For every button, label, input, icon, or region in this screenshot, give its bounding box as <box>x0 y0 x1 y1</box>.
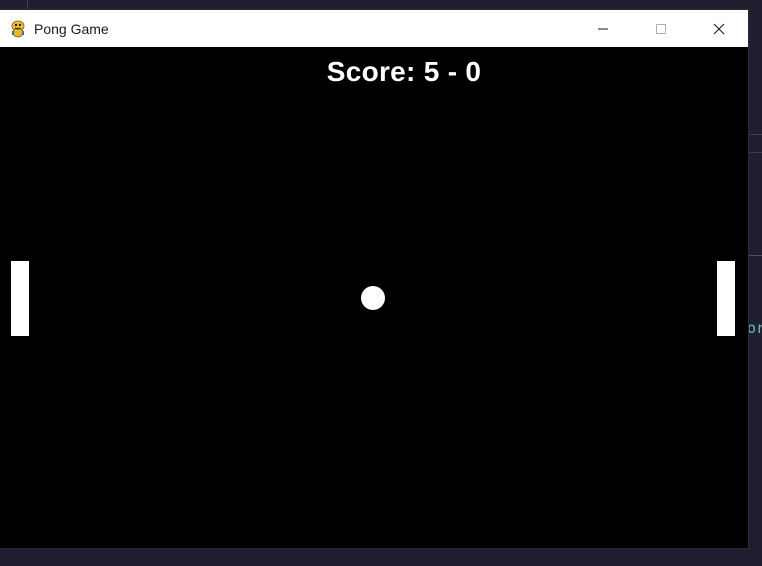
close-button[interactable] <box>690 10 748 47</box>
minimize-button[interactable] <box>574 10 632 47</box>
background-editor-text: ors <box>747 319 762 337</box>
background-divider <box>27 0 28 10</box>
close-icon <box>713 23 725 34</box>
background-divider <box>748 255 762 256</box>
left-paddle <box>11 261 29 336</box>
minimize-icon <box>598 28 608 29</box>
window-title: Pong Game <box>34 20 109 37</box>
ball <box>361 286 385 310</box>
background-divider <box>748 152 762 153</box>
game-canvas[interactable]: Score: 5 - 0 <box>0 47 748 548</box>
window-controls <box>574 10 748 47</box>
background-divider <box>748 134 762 135</box>
pong-window: Pong Game Score: 5 - 0 <box>0 10 748 548</box>
pygame-snake-icon <box>9 20 27 38</box>
score-display: Score: 5 - 0 <box>326 56 482 87</box>
title-bar[interactable]: Pong Game <box>0 10 748 47</box>
desktop: ors Pong Game <box>0 0 762 566</box>
right-paddle <box>717 261 735 336</box>
maximize-icon <box>656 23 666 34</box>
maximize-button[interactable] <box>632 10 690 47</box>
